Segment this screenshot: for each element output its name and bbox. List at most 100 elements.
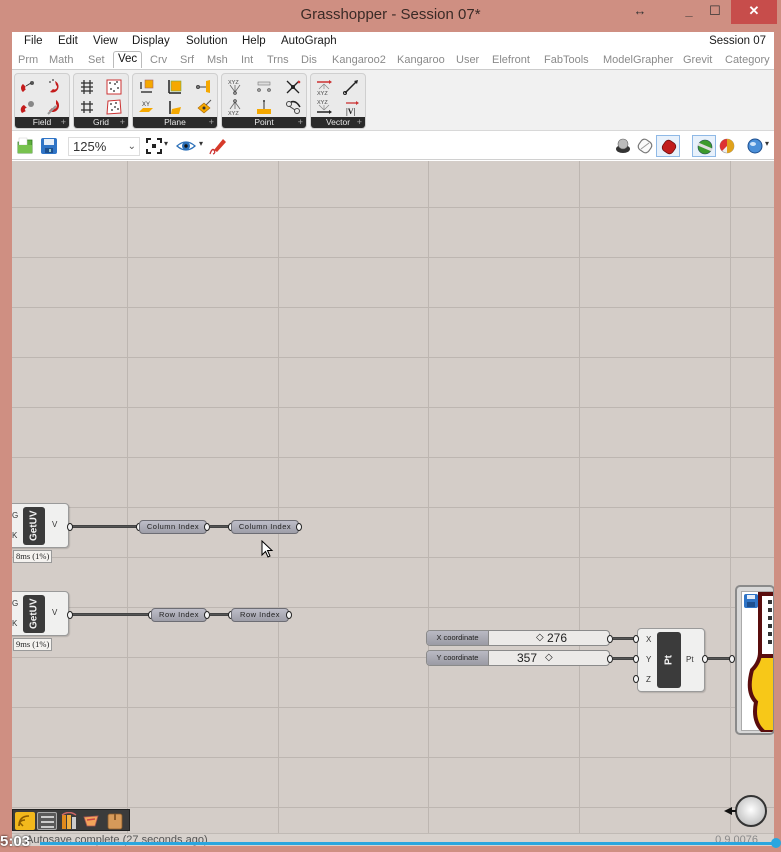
expand-group-icon[interactable]: +: [209, 117, 214, 128]
menu-view[interactable]: View: [93, 35, 118, 47]
param-column-index[interactable]: Column Index: [231, 520, 299, 534]
preview-selected-button[interactable]: [692, 135, 716, 157]
param-column-index[interactable]: Column Index: [139, 520, 207, 534]
menu-autograph[interactable]: AutoGraph: [281, 35, 337, 47]
tab-fabtools[interactable]: FabTools: [544, 54, 589, 66]
menu-help[interactable]: Help: [242, 35, 266, 47]
input-grip[interactable]: [633, 675, 639, 683]
save-image-icon[interactable]: [744, 594, 758, 608]
input-grip[interactable]: [633, 655, 639, 663]
populate-2d-icon[interactable]: [105, 78, 123, 96]
tab-kangaroo[interactable]: Kangaroo: [397, 54, 445, 66]
sketch-pen-icon[interactable]: [208, 136, 228, 156]
number-slider-x[interactable]: X coordinate ◇ 276: [426, 630, 610, 646]
tab-elefront[interactable]: Elefront: [492, 54, 530, 66]
image-viewer-component[interactable]: [735, 585, 774, 735]
menu-display[interactable]: Display: [132, 35, 170, 47]
construct-point-icon[interactable]: XYZ: [226, 98, 244, 116]
tab-category[interactable]: Category: [725, 54, 770, 66]
field-magnet-icon[interactable]: [46, 78, 64, 96]
getuv-component[interactable]: G K GetUV V: [12, 503, 69, 548]
grasshopper-canvas[interactable]: G K GetUV V 8ms (1%) G K GetUV V 9ms (1%…: [12, 161, 774, 833]
minimize-button[interactable]: _: [676, 0, 702, 24]
point-on-plane-icon[interactable]: [255, 98, 273, 116]
video-progress-handle[interactable]: [771, 838, 781, 848]
tab-msh[interactable]: Msh: [207, 54, 228, 66]
input-port-z[interactable]: Z: [646, 675, 651, 684]
bookshelf-icon[interactable]: [59, 811, 79, 830]
tab-int[interactable]: Int: [241, 54, 253, 66]
expand-group-icon[interactable]: +: [61, 117, 66, 128]
shaded-preview-button[interactable]: [656, 135, 680, 157]
wire[interactable]: [70, 525, 140, 528]
open-file-icon[interactable]: [16, 137, 34, 155]
slider-marker-icon[interactable]: ◇: [545, 651, 553, 665]
plane-offset-icon[interactable]: [195, 98, 213, 116]
tab-modelgrapher[interactable]: ModelGrapher: [603, 54, 673, 66]
save-file-icon[interactable]: [40, 137, 58, 155]
output-grip[interactable]: [67, 611, 73, 619]
param-row-index[interactable]: Row Index: [231, 608, 289, 622]
zoom-extents-dropdown-icon[interactable]: ▾: [164, 139, 168, 148]
component-body[interactable]: Pt: [657, 632, 681, 688]
input-port-k[interactable]: K: [12, 619, 17, 628]
square-grid-icon[interactable]: [78, 98, 96, 116]
plane-normal-icon[interactable]: [195, 78, 213, 96]
document-preview-dropdown-icon[interactable]: ▾: [765, 139, 769, 148]
canvas-navigator-widget[interactable]: [735, 795, 767, 827]
tab-prm[interactable]: Prm: [18, 54, 38, 66]
wire[interactable]: [70, 613, 152, 616]
rss-feed-icon[interactable]: [15, 812, 35, 830]
vector-length-icon[interactable]: |V|: [342, 98, 360, 116]
number-slider-y[interactable]: Y coordinate 357 ◇: [426, 650, 610, 666]
field-magnet-icon[interactable]: [19, 98, 37, 116]
deconstruct-point-icon[interactable]: XYZ: [226, 78, 244, 96]
closest-point-icon[interactable]: [284, 98, 302, 116]
output-grip[interactable]: [67, 523, 73, 531]
material-preview-icon[interactable]: [718, 137, 736, 155]
no-preview-icon[interactable]: [614, 137, 632, 155]
tab-trns[interactable]: Trns: [267, 54, 289, 66]
zoom-extents-icon[interactable]: [146, 138, 162, 154]
tab-dis[interactable]: Dis: [301, 54, 317, 66]
preview-eye-icon[interactable]: [176, 138, 196, 154]
expand-group-icon[interactable]: +: [357, 117, 362, 128]
expand-group-icon[interactable]: +: [298, 117, 303, 128]
input-port-g[interactable]: G: [12, 511, 18, 520]
input-port-x[interactable]: X: [646, 635, 651, 644]
output-port-v[interactable]: V: [52, 520, 57, 529]
populate-geometry-icon[interactable]: [105, 98, 123, 116]
tab-crv[interactable]: Crv: [150, 54, 167, 66]
document-preview-icon[interactable]: [746, 137, 764, 155]
xy-plane-icon[interactable]: XY: [137, 98, 155, 116]
menu-edit[interactable]: Edit: [58, 35, 78, 47]
plane-3pt-icon[interactable]: [166, 98, 184, 116]
field-magnet-icon[interactable]: [19, 78, 37, 96]
input-port-g[interactable]: G: [12, 599, 18, 608]
tab-vec[interactable]: Vec: [113, 51, 143, 68]
wire[interactable]: [613, 637, 635, 640]
output-port-v[interactable]: V: [52, 608, 57, 617]
video-progress-bar[interactable]: [40, 842, 778, 845]
menu-file[interactable]: File: [24, 35, 43, 47]
param-row-index[interactable]: Row Index: [151, 608, 207, 622]
vector-2pt-icon[interactable]: [342, 78, 360, 96]
input-port-k[interactable]: K: [12, 531, 17, 540]
output-grip[interactable]: [296, 523, 302, 531]
close-button[interactable]: ✕: [731, 0, 777, 24]
tab-math[interactable]: Math: [49, 54, 73, 66]
tab-user[interactable]: User: [456, 54, 479, 66]
zoom-level-dropdown[interactable]: 125% ⌄: [68, 137, 140, 156]
rectangular-grid-icon[interactable]: [78, 78, 96, 96]
menu-solution[interactable]: Solution: [186, 35, 228, 47]
field-magnet-icon[interactable]: [46, 98, 64, 116]
tab-srf[interactable]: Srf: [180, 54, 194, 66]
output-port-pt[interactable]: Pt: [686, 655, 694, 664]
plane-origin-icon[interactable]: [137, 78, 155, 96]
deconstruct-vector-icon[interactable]: XYZ: [315, 98, 333, 116]
wireframe-preview-icon[interactable]: [636, 137, 654, 155]
output-grip[interactable]: [286, 611, 292, 619]
input-port-y[interactable]: Y: [646, 655, 651, 664]
expand-group-icon[interactable]: +: [120, 117, 125, 128]
tab-kangaroo2[interactable]: Kangaroo2: [332, 54, 386, 66]
